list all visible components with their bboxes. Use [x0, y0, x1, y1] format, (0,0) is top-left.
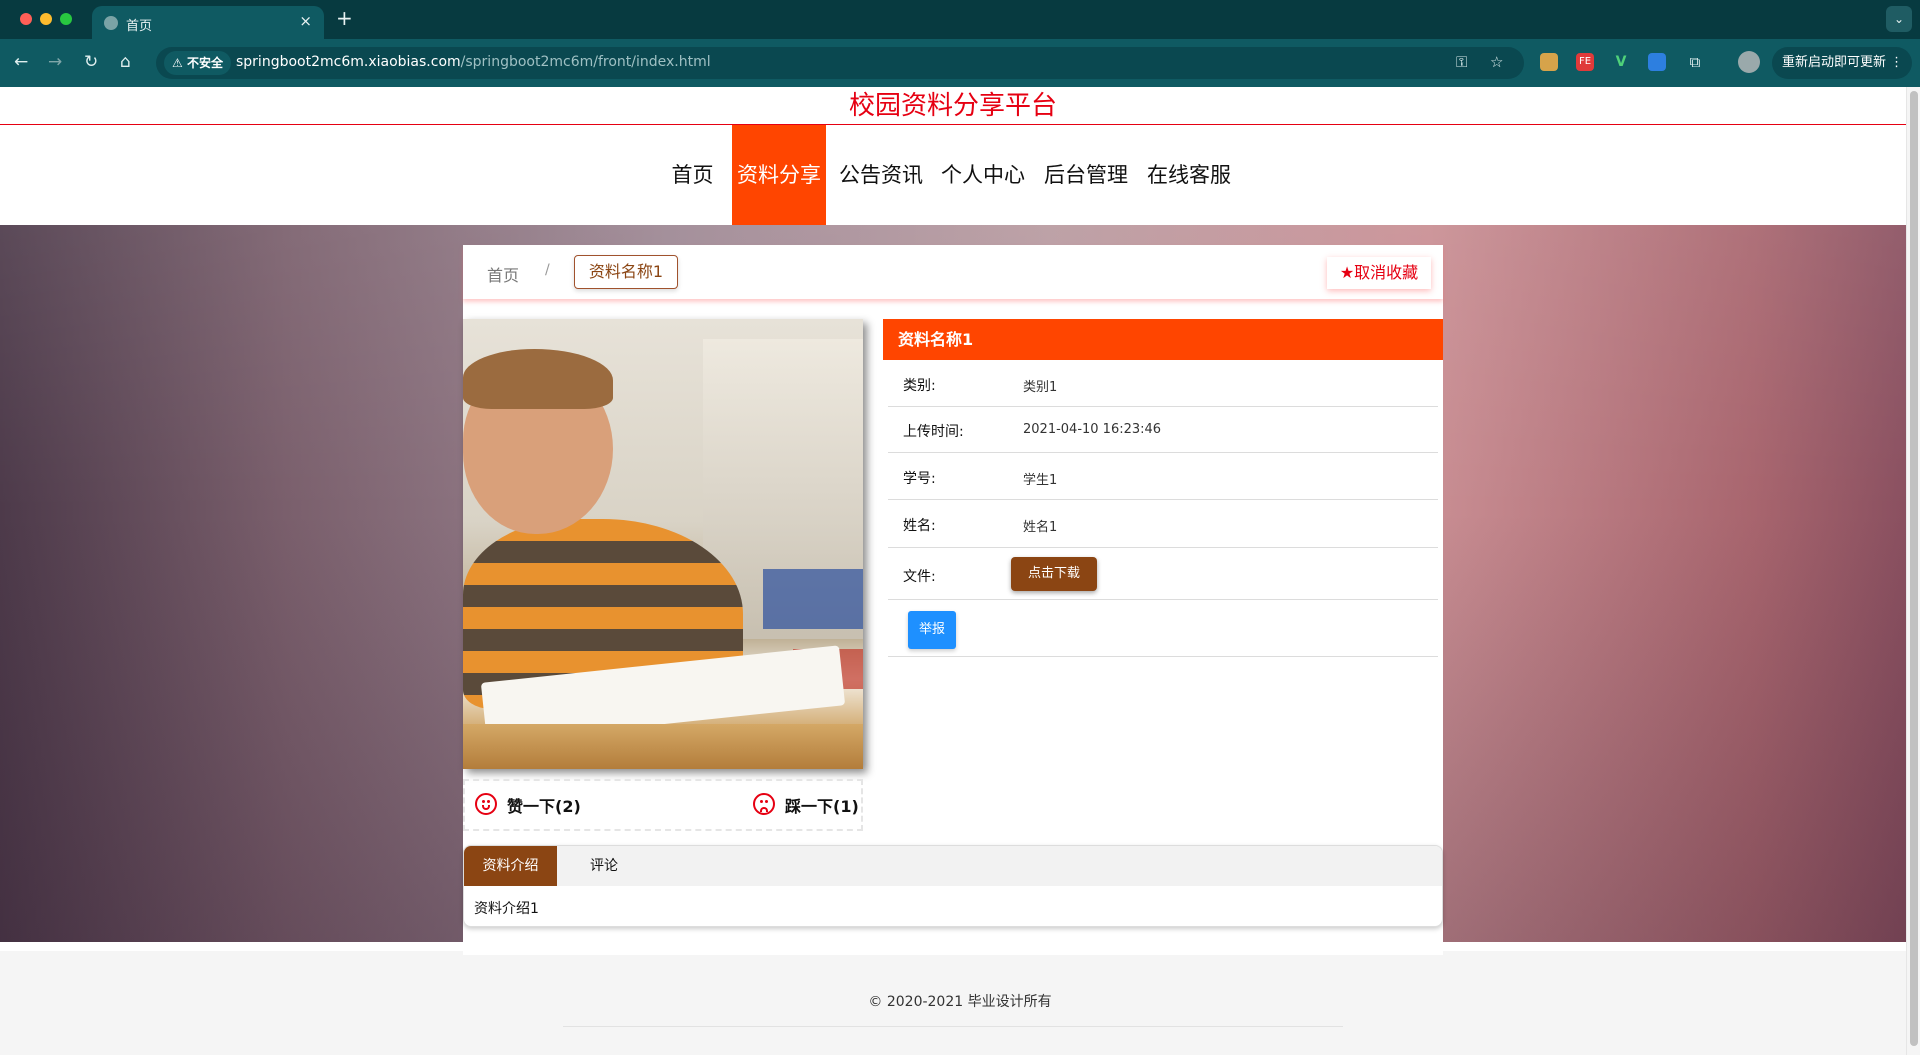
file-label: 文件:: [903, 569, 936, 585]
extension-icon[interactable]: [1540, 53, 1558, 71]
nav-news[interactable]: 公告资讯: [835, 125, 927, 225]
report-button[interactable]: 举报: [908, 611, 956, 649]
copyright-text: © 2020-2021 毕业设计所有: [868, 994, 1052, 1010]
avatar[interactable]: [1738, 51, 1760, 73]
name-value: 姓名1: [1023, 520, 1058, 535]
main-nav: 首页 资料分享 公告资讯 个人中心 后台管理 在线客服: [0, 125, 1906, 225]
name-label: 姓名:: [903, 518, 936, 534]
browser-tab[interactable]: 首页 ×: [92, 6, 324, 39]
tab-content: 资料介绍1: [474, 901, 539, 917]
unfavorite-label: 取消收藏: [1354, 263, 1419, 282]
nav-support[interactable]: 在线客服: [1143, 125, 1235, 225]
smile-icon[interactable]: [475, 793, 497, 815]
browser-toolbar: ← → ↻ ⌂ ⚠ 不安全 springboot2mc6m.xiaobias.c…: [0, 39, 1920, 87]
breadcrumb-current[interactable]: 资料名称1: [574, 255, 678, 289]
puzzle-icon[interactable]: ⧉: [1686, 53, 1704, 71]
frown-icon[interactable]: [753, 793, 775, 815]
resource-title: 资料名称1: [883, 319, 1443, 360]
breadcrumb: 首页 / 资料名称1 ★取消收藏: [463, 245, 1443, 299]
upload-time-label: 上传时间:: [903, 424, 964, 440]
detail-card: 首页 / 资料名称1 ★取消收藏 赞一下(2) 踩一下(1) 资料名称1 类别:: [463, 245, 1443, 955]
site-title: 校园资料分享平台: [0, 87, 1906, 125]
footer: © 2020-2021 毕业设计所有: [0, 951, 1906, 1055]
upload-time-value: 2021-04-10 16:23:46: [1023, 422, 1162, 437]
vue-extension-icon[interactable]: V: [1612, 53, 1630, 71]
maximize-window-button[interactable]: [60, 13, 72, 25]
nav-home[interactable]: 首页: [665, 125, 720, 225]
tab-comments[interactable]: 评论: [557, 846, 651, 886]
bookmark-star-icon[interactable]: ☆: [1490, 53, 1503, 71]
tabs-header: 资料介绍 评论: [464, 846, 1442, 886]
tab-title: 首页: [126, 19, 153, 34]
unfavorite-button[interactable]: ★取消收藏: [1327, 257, 1431, 289]
new-tab-button[interactable]: +: [336, 6, 353, 30]
detail-row-student-id: 学号: 学生1: [888, 453, 1438, 500]
reload-icon[interactable]: ↻: [84, 52, 98, 72]
back-icon[interactable]: ←: [14, 52, 28, 72]
page-viewport: 校园资料分享平台 首页 资料分享 公告资讯 个人中心 后台管理 在线客服 首页 …: [0, 87, 1920, 1055]
dislike-button[interactable]: 踩一下(1): [785, 793, 859, 817]
category-label: 类别:: [903, 378, 936, 394]
security-indicator[interactable]: ⚠ 不安全: [164, 51, 231, 75]
nav-share[interactable]: 资料分享: [732, 125, 826, 225]
globe-icon: [104, 16, 118, 30]
footer-divider: [563, 1026, 1343, 1027]
browser-tab-bar: 首页 × + ⌄: [0, 0, 1920, 39]
home-icon[interactable]: ⌂: [120, 52, 131, 72]
url-text[interactable]: springboot2mc6m.xiaobias.com/springboot2…: [236, 54, 711, 70]
download-button[interactable]: 点击下载: [1011, 557, 1097, 591]
detail-row-file: 文件: 点击下载: [888, 548, 1438, 600]
nav-admin[interactable]: 后台管理: [1040, 125, 1132, 225]
address-bar[interactable]: ⚠ 不安全 springboot2mc6m.xiaobias.com/sprin…: [156, 47, 1524, 79]
gem-extension-icon[interactable]: [1648, 53, 1666, 71]
close-window-button[interactable]: [20, 13, 32, 25]
student-id-label: 学号:: [903, 471, 936, 487]
like-button[interactable]: 赞一下(2): [507, 793, 581, 817]
nav-profile[interactable]: 个人中心: [937, 125, 1029, 225]
breadcrumb-separator: /: [545, 262, 550, 278]
star-icon: ★: [1339, 263, 1355, 282]
vote-bar: 赞一下(2) 踩一下(1): [463, 779, 863, 831]
minimize-window-button[interactable]: [40, 13, 52, 25]
resource-image: [463, 319, 863, 769]
tab-search-button[interactable]: ⌄: [1886, 6, 1912, 32]
detail-row-upload-time: 上传时间: 2021-04-10 16:23:46: [888, 407, 1438, 453]
breadcrumb-home[interactable]: 首页: [487, 262, 519, 286]
tabs-panel: 资料介绍 评论 资料介绍1: [463, 845, 1443, 927]
fe-extension-icon[interactable]: FE: [1576, 53, 1594, 71]
detail-row-report: 举报: [888, 600, 1438, 657]
tab-intro[interactable]: 资料介绍: [464, 846, 557, 886]
student-id-value: 学生1: [1023, 473, 1058, 488]
forward-icon[interactable]: →: [48, 52, 62, 72]
page-scrollbar[interactable]: [1906, 87, 1920, 1055]
detail-row-name: 姓名: 姓名1: [888, 500, 1438, 548]
key-icon[interactable]: ⚿: [1456, 53, 1467, 71]
update-button[interactable]: 重新启动即可更新 ⋮: [1772, 47, 1912, 79]
scrollbar-thumb[interactable]: [1910, 91, 1918, 1046]
close-tab-icon[interactable]: ×: [299, 12, 312, 30]
category-value: 类别1: [1023, 380, 1058, 395]
detail-row-category: 类别: 类别1: [888, 360, 1438, 407]
